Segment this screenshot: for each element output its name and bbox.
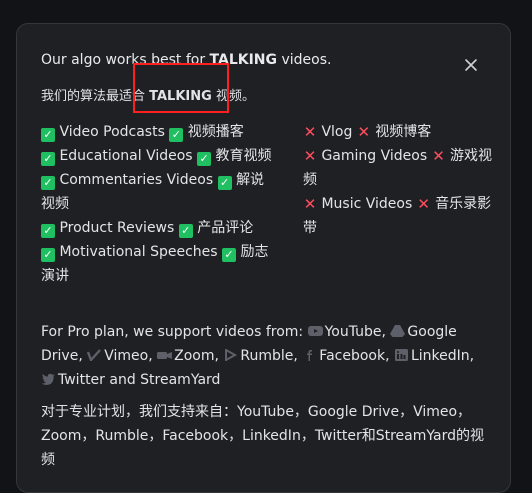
item-en: Vlog (321, 124, 353, 140)
item-zh: 教育视频 (215, 148, 272, 164)
item-en: Gaming Videos (321, 148, 428, 164)
list-item: ✓ Commentaries Videos ✓ 解说视频 (41, 168, 273, 216)
linkedin-icon (394, 345, 409, 361)
list-item: ✕ Vlog ✕ 视频博客 (303, 120, 503, 144)
item-en: Music Videos (321, 196, 413, 212)
rumble-icon (223, 345, 238, 362)
pro-plan-sources-zh: 对于专业计划，我们支持来自：YouTube，Google Drive，Vimeo… (41, 404, 484, 468)
source-linkedin: LinkedIn, (410, 348, 475, 364)
pro-plan-sources: For Pro plan, we support videos from: Yo… (41, 320, 491, 392)
item-zh: 视频博客 (375, 124, 432, 140)
source-facebook: Facebook, (319, 348, 390, 364)
list-item: ✕ Music Videos ✕ 音乐录影带 (303, 192, 503, 240)
source-vimeo: Vimeo, (104, 348, 153, 364)
facebook-icon (302, 345, 317, 361)
item-en: Commentaries Videos (59, 172, 214, 188)
info-dialog: Our algo works best for TALKING videos. … (16, 23, 511, 493)
list-item: ✓ Educational Videos ✓ 教育视频 (41, 144, 273, 168)
list-item: ✓ Product Reviews ✓ 产品评论 (41, 216, 273, 240)
cross-icon: ✕ (417, 195, 430, 213)
check-icon: ✓ (178, 224, 193, 238)
cross-icon: ✕ (357, 123, 371, 141)
twitter-icon (41, 369, 56, 385)
item-zh: 产品评论 (197, 220, 254, 236)
check-icon: ✓ (41, 248, 55, 262)
zoom-icon (157, 345, 173, 359)
pro-plan-label: For Pro plan, we support videos from: (41, 324, 304, 340)
item-zh: 视频播客 (187, 124, 244, 140)
check-icon: ✓ (41, 152, 55, 166)
item-en: Educational Videos (59, 148, 193, 164)
youtube-icon (307, 321, 323, 336)
check-icon: ✓ (222, 248, 237, 262)
item-en: Product Reviews (59, 220, 175, 236)
list-item: ✓ Video Podcasts ✓ 视频播客 (41, 120, 273, 144)
list-item: ✓ Motivational Speeches ✓ 励志演讲 (41, 240, 273, 288)
cross-icon: ✕ (303, 123, 317, 141)
check-icon: ✓ (197, 152, 212, 166)
item-en: Motivational Speeches (59, 244, 218, 260)
cross-icon: ✕ (303, 195, 317, 213)
close-icon[interactable] (463, 57, 479, 73)
check-icon: ✓ (41, 176, 55, 190)
check-icon: ✓ (41, 128, 55, 142)
check-icon: ✓ (169, 128, 184, 142)
item-en: Video Podcasts (59, 124, 165, 140)
highlight-box (133, 63, 229, 113)
list-item: ✕ Gaming Videos ✕ 游戏视频 (303, 144, 503, 192)
source-youtube: YouTube, (324, 324, 386, 340)
cross-icon: ✕ (303, 147, 317, 165)
title-suffix: videos. (277, 52, 332, 68)
source-zoom: Zoom, (174, 348, 219, 364)
google-drive-icon (390, 321, 406, 337)
supported-list: ✓ Video Podcasts ✓ 视频播客 ✓ Educational Vi… (41, 120, 273, 288)
vimeo-icon (87, 345, 102, 363)
check-icon: ✓ (41, 224, 55, 238)
cross-icon: ✕ (432, 147, 445, 165)
source-rumble: Rumble, (240, 348, 298, 364)
check-icon: ✓ (217, 176, 232, 190)
source-twitter-streamyard: Twitter and StreamYard (58, 372, 221, 388)
unsupported-list: ✕ Vlog ✕ 视频博客 ✕ Gaming Videos ✕ 游戏视频 ✕ M… (303, 120, 503, 240)
